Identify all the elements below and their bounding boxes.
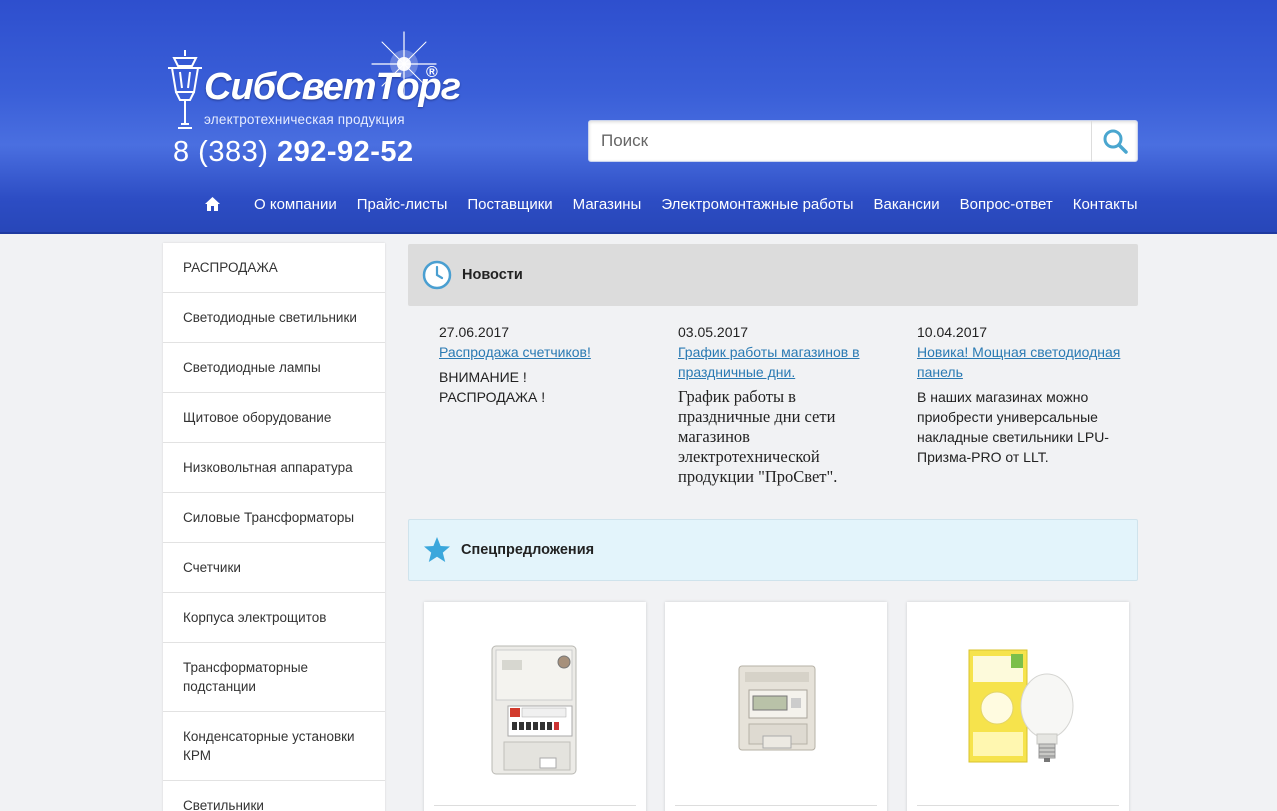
logo-subtitle: электротехническая продукция: [204, 112, 405, 127]
nav-suppliers[interactable]: Поставщики: [467, 196, 552, 213]
nav-vacancies[interactable]: Вакансии: [874, 196, 940, 213]
card-divider: [675, 805, 877, 806]
phone-prefix: 8 (383): [173, 136, 269, 168]
home-icon: [205, 197, 220, 211]
news-item: 10.04.2017 Новика! Мощная светодиодная п…: [917, 322, 1122, 467]
nav-faq[interactable]: Вопрос-ответ: [960, 196, 1053, 213]
phone-main: 292-92-52: [276, 136, 414, 168]
lantern-icon: [168, 50, 202, 129]
nav-stores[interactable]: Магазины: [573, 196, 642, 213]
nav-about[interactable]: О компании: [254, 196, 337, 213]
nav-price-lists[interactable]: Прайс-листы: [357, 196, 448, 213]
product-card[interactable]: [424, 602, 646, 811]
din-rail-meter-image: [738, 665, 816, 751]
news-item: 03.05.2017 График работы магазинов в пра…: [678, 322, 878, 487]
site-logo[interactable]: СибСветТорг ® электротехническая продукц…: [164, 30, 461, 140]
registered-mark: ®: [426, 64, 438, 81]
card-divider: [434, 805, 636, 806]
logo-wordmark: СибСветТорг: [204, 66, 461, 108]
sidebar-item-low-voltage[interactable]: Низковольтная аппаратура: [163, 443, 385, 493]
news-title: Новости: [462, 267, 523, 283]
news-date: 10.04.2017: [917, 324, 988, 340]
sidebar-item-switchgear[interactable]: Щитовое оборудование: [163, 393, 385, 443]
news-body: ВНИМАНИЕ ! РАСПРОДАЖА !: [439, 369, 546, 405]
special-offers-header: Спецпредложения: [408, 519, 1138, 581]
news-header: Новости: [408, 244, 1138, 306]
sidebar-item-luminaires[interactable]: Светильники: [163, 781, 385, 811]
product-card[interactable]: [907, 602, 1129, 811]
sidebar-item-sale[interactable]: РАСПРОДАЖА: [163, 243, 385, 293]
sidebar-item-capacitor-units[interactable]: Конденсаторные установки КРМ: [163, 712, 385, 781]
news-link[interactable]: Распродажа счетчиков!: [439, 342, 649, 362]
search-icon: [1103, 129, 1128, 154]
led-bulb-image: [968, 649, 1074, 763]
news-date: 03.05.2017: [678, 324, 749, 340]
site-header: СибСветТорг ® электротехническая продукц…: [0, 0, 1277, 234]
card-divider: [917, 805, 1119, 806]
electricity-meter-image: [491, 645, 577, 775]
search-input[interactable]: [589, 121, 1091, 161]
news-body: График работы в праздничные дни сети маг…: [678, 387, 838, 486]
star-icon: [424, 537, 450, 562]
news-date: 27.06.2017: [439, 324, 510, 340]
nav-contacts[interactable]: Контакты: [1073, 196, 1138, 213]
sidebar-item-power-transformers[interactable]: Силовые Трансформаторы: [163, 493, 385, 543]
category-sidebar: РАСПРОДАЖА Светодиодные светильники Свет…: [163, 243, 385, 811]
sidebar-item-led-fixtures[interactable]: Светодиодные светильники: [163, 293, 385, 343]
news-link[interactable]: Новика! Мощная светодиодная панель: [917, 342, 1122, 382]
main-nav: О компании Прайс-листы Поставщики Магази…: [200, 192, 1138, 216]
news-link[interactable]: График работы магазинов в праздничные дн…: [678, 342, 878, 382]
sidebar-item-meters[interactable]: Счетчики: [163, 543, 385, 593]
search-button[interactable]: [1091, 121, 1137, 161]
phone-number[interactable]: 8 (383) 292-92-52: [173, 136, 414, 169]
news-item: 27.06.2017 Распродажа счетчиков! ВНИМАНИ…: [439, 322, 649, 407]
sidebar-item-substations[interactable]: Трансформаторные подстанции: [163, 643, 385, 712]
special-offers-title: Спецпредложения: [461, 542, 595, 558]
product-card[interactable]: [665, 602, 887, 811]
search-box: [588, 120, 1138, 162]
clock-icon: [422, 260, 452, 290]
nav-electrical-works[interactable]: Электромонтажные работы: [661, 196, 853, 213]
nav-home[interactable]: [205, 197, 220, 211]
sidebar-item-enclosures[interactable]: Корпуса электрощитов: [163, 593, 385, 643]
sidebar-item-led-lamps[interactable]: Светодиодные лампы: [163, 343, 385, 393]
news-body: В наших магазинах можно приобрести униве…: [917, 389, 1109, 465]
